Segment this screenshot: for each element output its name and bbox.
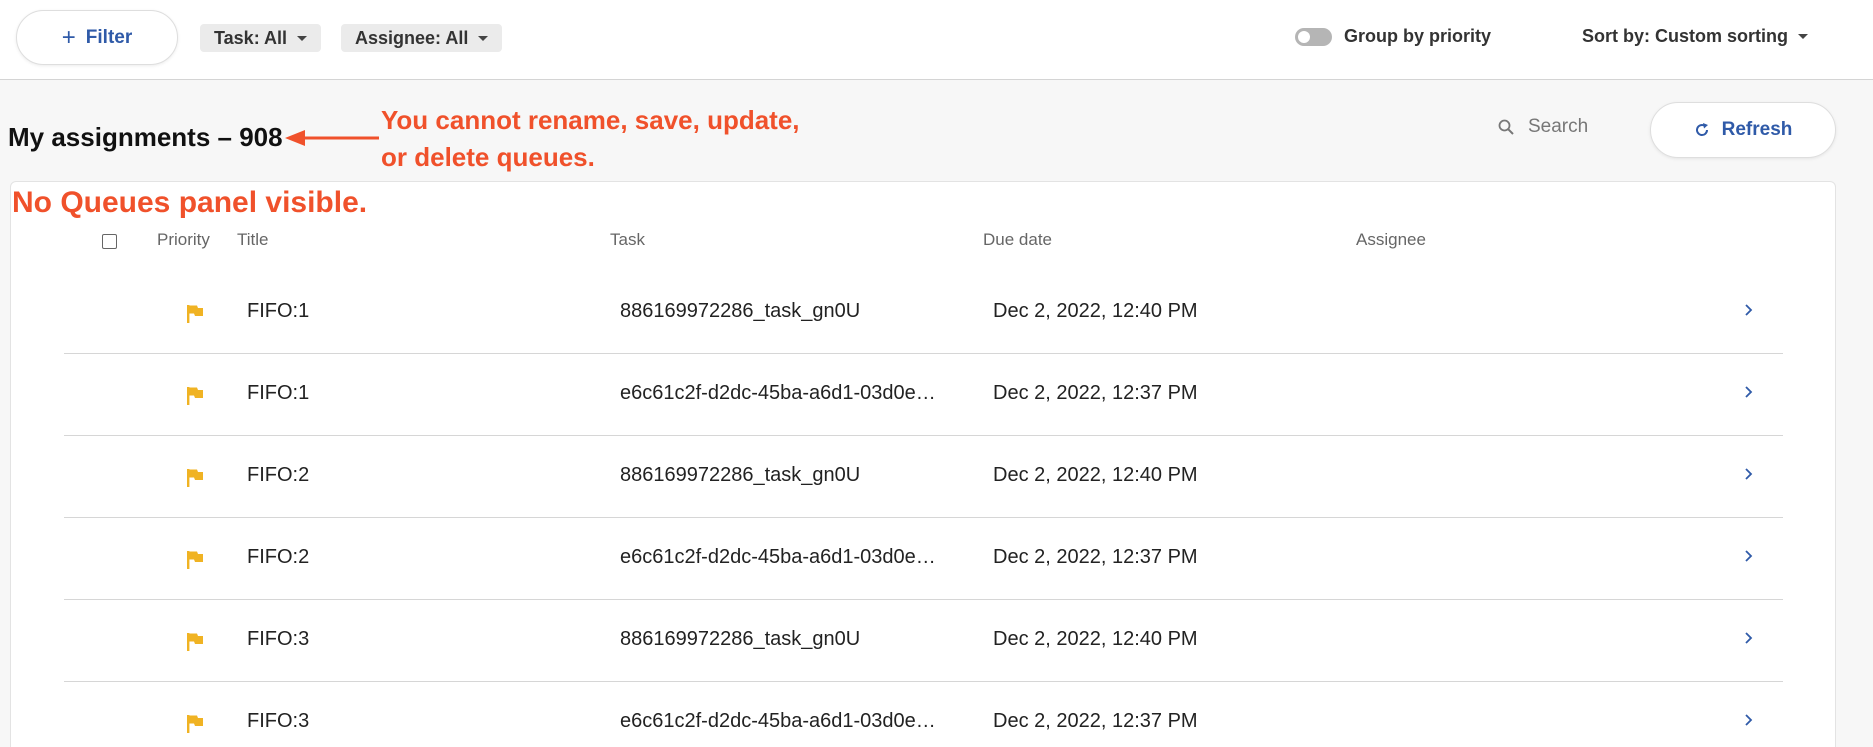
plus-icon: +: [61, 23, 76, 51]
caret-down-icon: [1798, 34, 1808, 39]
row-due-date: Dec 2, 2022, 12:37 PM: [993, 710, 1198, 732]
table-row[interactable]: FIFO:1 886169972286_task_gn0U Dec 2, 202…: [64, 272, 1783, 354]
chevron-right-icon[interactable]: [1743, 630, 1755, 646]
row-task: 886169972286_task_gn0U: [620, 628, 861, 650]
table-header: Priority Title Task Due date Assignee: [11, 230, 1835, 254]
toolbar: + Filter Task: All Assignee: All Group b…: [0, 0, 1873, 80]
chevron-right-icon[interactable]: [1743, 466, 1755, 482]
caret-down-icon: [297, 35, 308, 41]
annotation-no-queues-panel: No Queues panel visible.: [12, 186, 368, 219]
row-title: FIFO:2: [247, 546, 310, 568]
group-by-priority: Group by priority: [1295, 26, 1491, 47]
row-title: FIFO:1: [247, 382, 310, 404]
search-input[interactable]: Search: [1498, 116, 1588, 138]
table-row[interactable]: FIFO:2 886169972286_task_gn0U Dec 2, 202…: [64, 436, 1783, 518]
row-task: e6c61c2f-d2dc-45ba-a6d1-03d0e…: [620, 710, 936, 732]
chevron-right-icon[interactable]: [1743, 712, 1755, 728]
chevron-right-icon[interactable]: [1743, 548, 1755, 564]
row-title: FIFO:3: [247, 628, 310, 650]
annotation-line-2: or delete queues.: [381, 142, 595, 172]
row-title: FIFO:2: [247, 464, 310, 486]
task-filter-dropdown[interactable]: Task: All: [200, 24, 322, 52]
row-due-date: Dec 2, 2022, 12:37 PM: [993, 546, 1198, 568]
table-row[interactable]: FIFO:3 886169972286_task_gn0U Dec 2, 202…: [64, 600, 1783, 682]
row-task: e6c61c2f-d2dc-45ba-a6d1-03d0e…: [620, 546, 936, 568]
assignee-filter-label: Assignee: All: [355, 27, 469, 48]
search-icon: [1498, 119, 1514, 135]
refresh-button[interactable]: Refresh: [1650, 102, 1836, 158]
row-task: 886169972286_task_gn0U: [620, 300, 861, 322]
chevron-right-icon[interactable]: [1743, 302, 1755, 318]
row-task: e6c61c2f-d2dc-45ba-a6d1-03d0e…: [620, 382, 936, 404]
flag-icon: [187, 633, 203, 651]
annotation-arrow: [285, 130, 379, 146]
flag-icon: [187, 387, 203, 405]
column-due-date[interactable]: Due date: [983, 230, 1052, 250]
column-task[interactable]: Task: [610, 230, 645, 250]
row-title: FIFO:1: [247, 300, 310, 322]
caret-down-icon: [478, 35, 489, 41]
annotation-line-1: You cannot rename, save, update,: [381, 105, 800, 135]
row-due-date: Dec 2, 2022, 12:40 PM: [993, 300, 1198, 322]
task-filter-label: Task: All: [214, 27, 288, 48]
chevron-right-icon[interactable]: [1743, 384, 1755, 400]
flag-icon: [187, 551, 203, 569]
column-priority[interactable]: Priority: [157, 230, 210, 250]
refresh-button-label: Refresh: [1721, 119, 1793, 140]
table-row[interactable]: FIFO:1 e6c61c2f-d2dc-45ba-a6d1-03d0e… De…: [64, 354, 1783, 436]
page-title: My assignments – 908: [8, 122, 283, 152]
flag-icon: [187, 469, 203, 487]
sort-dropdown[interactable]: Sort by: Custom sorting: [1582, 26, 1808, 47]
table-row[interactable]: FIFO:3 e6c61c2f-d2dc-45ba-a6d1-03d0e… De…: [64, 682, 1783, 747]
filter-button[interactable]: + Filter: [16, 10, 178, 65]
table-row[interactable]: FIFO:2 e6c61c2f-d2dc-45ba-a6d1-03d0e… De…: [64, 518, 1783, 600]
filter-button-label: Filter: [85, 26, 133, 48]
assignments-table: Priority Title Task Due date Assignee FI…: [10, 181, 1836, 747]
group-by-priority-toggle[interactable]: [1295, 27, 1332, 46]
search-placeholder: Search: [1528, 116, 1589, 137]
column-assignee[interactable]: Assignee: [1356, 230, 1426, 250]
flag-icon: [187, 715, 203, 733]
group-by-priority-label: Group by priority: [1344, 26, 1492, 46]
row-title: FIFO:3: [247, 710, 310, 732]
assignee-filter-dropdown[interactable]: Assignee: All: [341, 24, 503, 52]
row-task: 886169972286_task_gn0U: [620, 464, 861, 486]
sort-label: Sort by: Custom sorting: [1582, 26, 1788, 46]
column-title[interactable]: Title: [237, 230, 269, 250]
flag-icon: [187, 305, 203, 323]
annotation-queues-note: You cannot rename, save, update, or dele…: [381, 102, 851, 176]
refresh-icon: [1695, 123, 1708, 136]
toggle-knob: [1298, 30, 1310, 43]
row-due-date: Dec 2, 2022, 12:40 PM: [993, 628, 1198, 650]
row-due-date: Dec 2, 2022, 12:37 PM: [993, 382, 1198, 404]
row-due-date: Dec 2, 2022, 12:40 PM: [993, 464, 1198, 486]
